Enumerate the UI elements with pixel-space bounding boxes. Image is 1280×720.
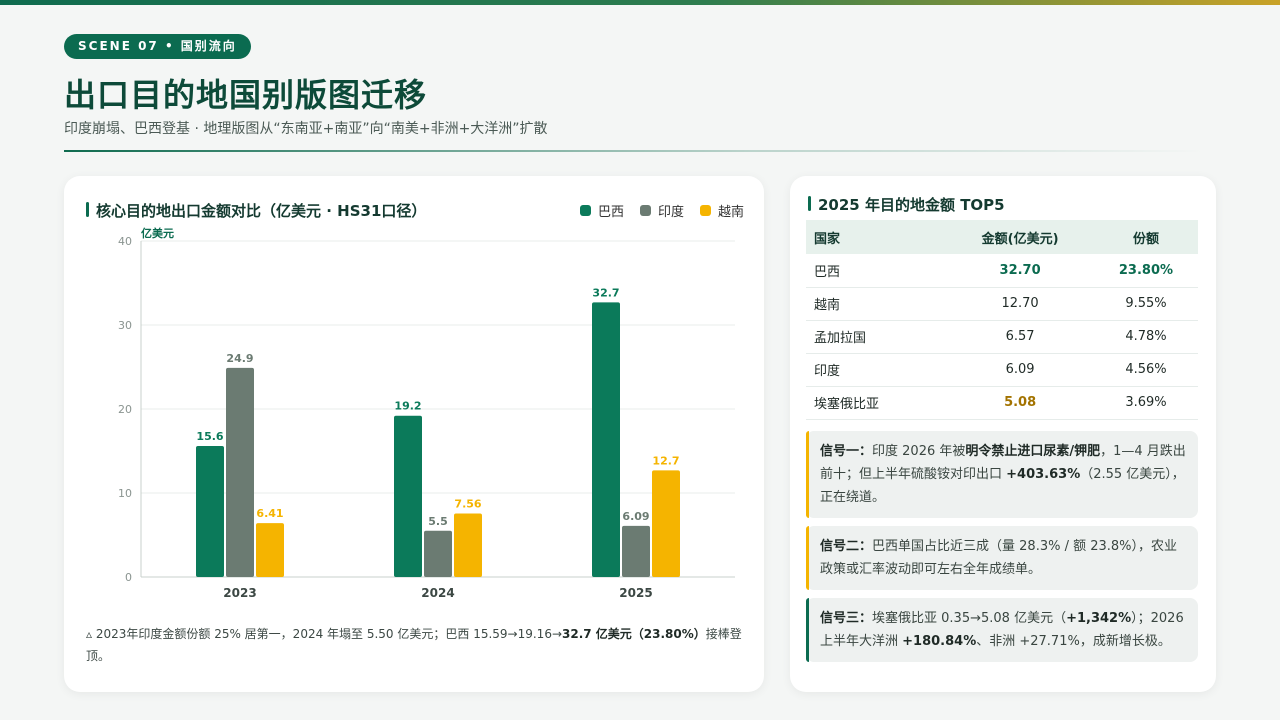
y-axis-label: 亿美元 (141, 226, 174, 240)
signal-card-1: 信号一：印度 2026 年被明令禁止进口尿素/钾肥，1—4 月跌出前十；但上半年… (806, 431, 1198, 518)
top5-table: 国家 金额(亿美元) 份额 巴西 32.70 23.80% 越南 12.70 9… (806, 220, 1198, 420)
signal-card-3: 信号三：埃塞俄比亚 0.35→5.08 亿美元（+1,342%）；2026 上半… (806, 598, 1198, 662)
bar-2025-0 (592, 302, 620, 577)
signal-2-text: 巴西单国占比近三成（量 28.3% / 额 23.8%），农业政策或汇率波动即可… (820, 539, 1178, 577)
cell-share: 4.56% (1093, 353, 1198, 387)
scene-label: SCENE 07 • 国别流向 (64, 34, 251, 59)
chart-card: 核心目的地出口金额对比（亿美元 · HS31口径） 巴西 印度 越南 0 10 20… (64, 176, 764, 692)
bar-2023-1 (226, 367, 254, 577)
signal-1-label: 信号一： (820, 444, 873, 459)
cell-amount: 6.57 (946, 320, 1094, 354)
page-title: 出口目的地国别版图迁移 (64, 76, 428, 114)
data-label: 19.2 (394, 400, 421, 413)
data-label: 6.09 (622, 510, 649, 523)
cell-share: 4.78% (1093, 320, 1198, 354)
data-label: 24.9 (226, 352, 253, 365)
signal-2-label: 信号二： (820, 539, 873, 554)
chart-footnote: ▵ 2023年印度金额份额 25% 居第一，2024 年塌至 5.50 亿美元；… (86, 623, 746, 667)
bar-2024-2 (454, 513, 482, 577)
data-label: 6.41 (256, 507, 283, 520)
bar-2024-1 (424, 530, 452, 577)
table-row: 印度 6.09 4.56% (806, 353, 1198, 387)
bar-2023-2 (256, 523, 284, 577)
bar-2023-0 (196, 445, 224, 577)
signal-card-2: 信号二：巴西单国占比近三成（量 28.3% / 额 23.8%），农业政策或汇率… (806, 526, 1198, 590)
cell-country: 埃塞俄比亚 (806, 386, 947, 420)
signal-3-text-c: 、非洲 +27.71%，成新增长极。 (976, 634, 1171, 649)
signal-1-text-a: 印度 2026 年被 (872, 444, 966, 459)
data-label: 5.5 (428, 515, 448, 528)
column-header-country: 国家 (814, 231, 841, 247)
table-header-row: 国家 金额(亿美元) 份额 (806, 220, 1198, 254)
top-accent-bar (0, 0, 1280, 5)
cell-amount: 32.70 (946, 254, 1094, 288)
footnote-prefix: ▵ 2023年印度金额份额 25% 居第一，2024 年塌至 5.50 亿美元；… (86, 627, 563, 641)
cell-country: 孟加拉国 (806, 320, 947, 354)
top5-title: 2025 年目的地金额 TOP5 (808, 194, 1005, 215)
signal-3-bold-b: +180.84% (902, 634, 977, 649)
signal-1-bold-b: +403.63% (1006, 467, 1081, 482)
cell-country: 巴西 (806, 254, 947, 288)
signal-3-label: 信号三： (820, 611, 873, 626)
footnote-highlight: 32.7 亿美元（23.80%） (562, 627, 706, 641)
table-row: 越南 12.70 9.55% (806, 287, 1198, 321)
data-label: 12.7 (652, 454, 679, 467)
cell-country: 印度 (806, 353, 947, 387)
y-tick-label: 30 (118, 319, 132, 332)
bar-2025-2 (652, 470, 680, 577)
bar-2024-0 (394, 415, 422, 577)
signal-1-bold-a: 明令禁止进口尿素/钾肥 (965, 444, 1101, 459)
y-tick-label: 0 (125, 571, 132, 584)
y-tick-label: 20 (118, 403, 132, 416)
cell-amount: 6.09 (946, 353, 1094, 387)
data-label: 32.7 (592, 286, 619, 299)
column-header-share: 份额 (1132, 231, 1159, 247)
y-tick-label: 10 (118, 487, 132, 500)
cell-share: 9.55% (1093, 287, 1198, 321)
title-divider (64, 150, 1204, 152)
cell-amount: 12.70 (946, 287, 1094, 321)
cell-amount: 5.08 (946, 386, 1094, 420)
x-tick-label: 2023 (223, 586, 256, 600)
data-label: 15.6 (196, 430, 223, 443)
page-subtitle: 印度崩塌、巴西登基 · 地理版图从“东南亚+南亚”向“南美+非洲+大洋洲”扩散 (64, 121, 548, 137)
signal-3-bold-a: +1,342% (1066, 611, 1132, 626)
cell-country: 越南 (806, 287, 947, 321)
bar-2025-1 (622, 525, 650, 577)
cell-share: 3.69% (1093, 386, 1198, 420)
top5-card: 2025 年目的地金额 TOP5 国家 金额(亿美元) 份额 巴西 32.70 … (790, 176, 1216, 692)
y-tick-label: 40 (118, 235, 132, 248)
table-row: 埃塞俄比亚 5.08 3.69% (806, 386, 1198, 420)
x-tick-label: 2024 (421, 586, 454, 600)
table-row: 巴西 32.70 23.80% (806, 254, 1198, 288)
column-header-amount: 金额(亿美元) (981, 231, 1059, 247)
cell-share: 23.80% (1093, 254, 1198, 288)
signal-3-text-a: 埃塞俄比亚 0.35→5.08 亿美元（ (872, 611, 1067, 626)
bar-chart: 0 10 20 30 40 亿美元 15.6 24.9 6.41 2023 19.2 5.5 7.56 2… (118, 226, 735, 600)
data-label: 7.56 (454, 497, 481, 510)
table-row: 孟加拉国 6.57 4.78% (806, 320, 1198, 354)
x-tick-label: 2025 (619, 586, 652, 600)
